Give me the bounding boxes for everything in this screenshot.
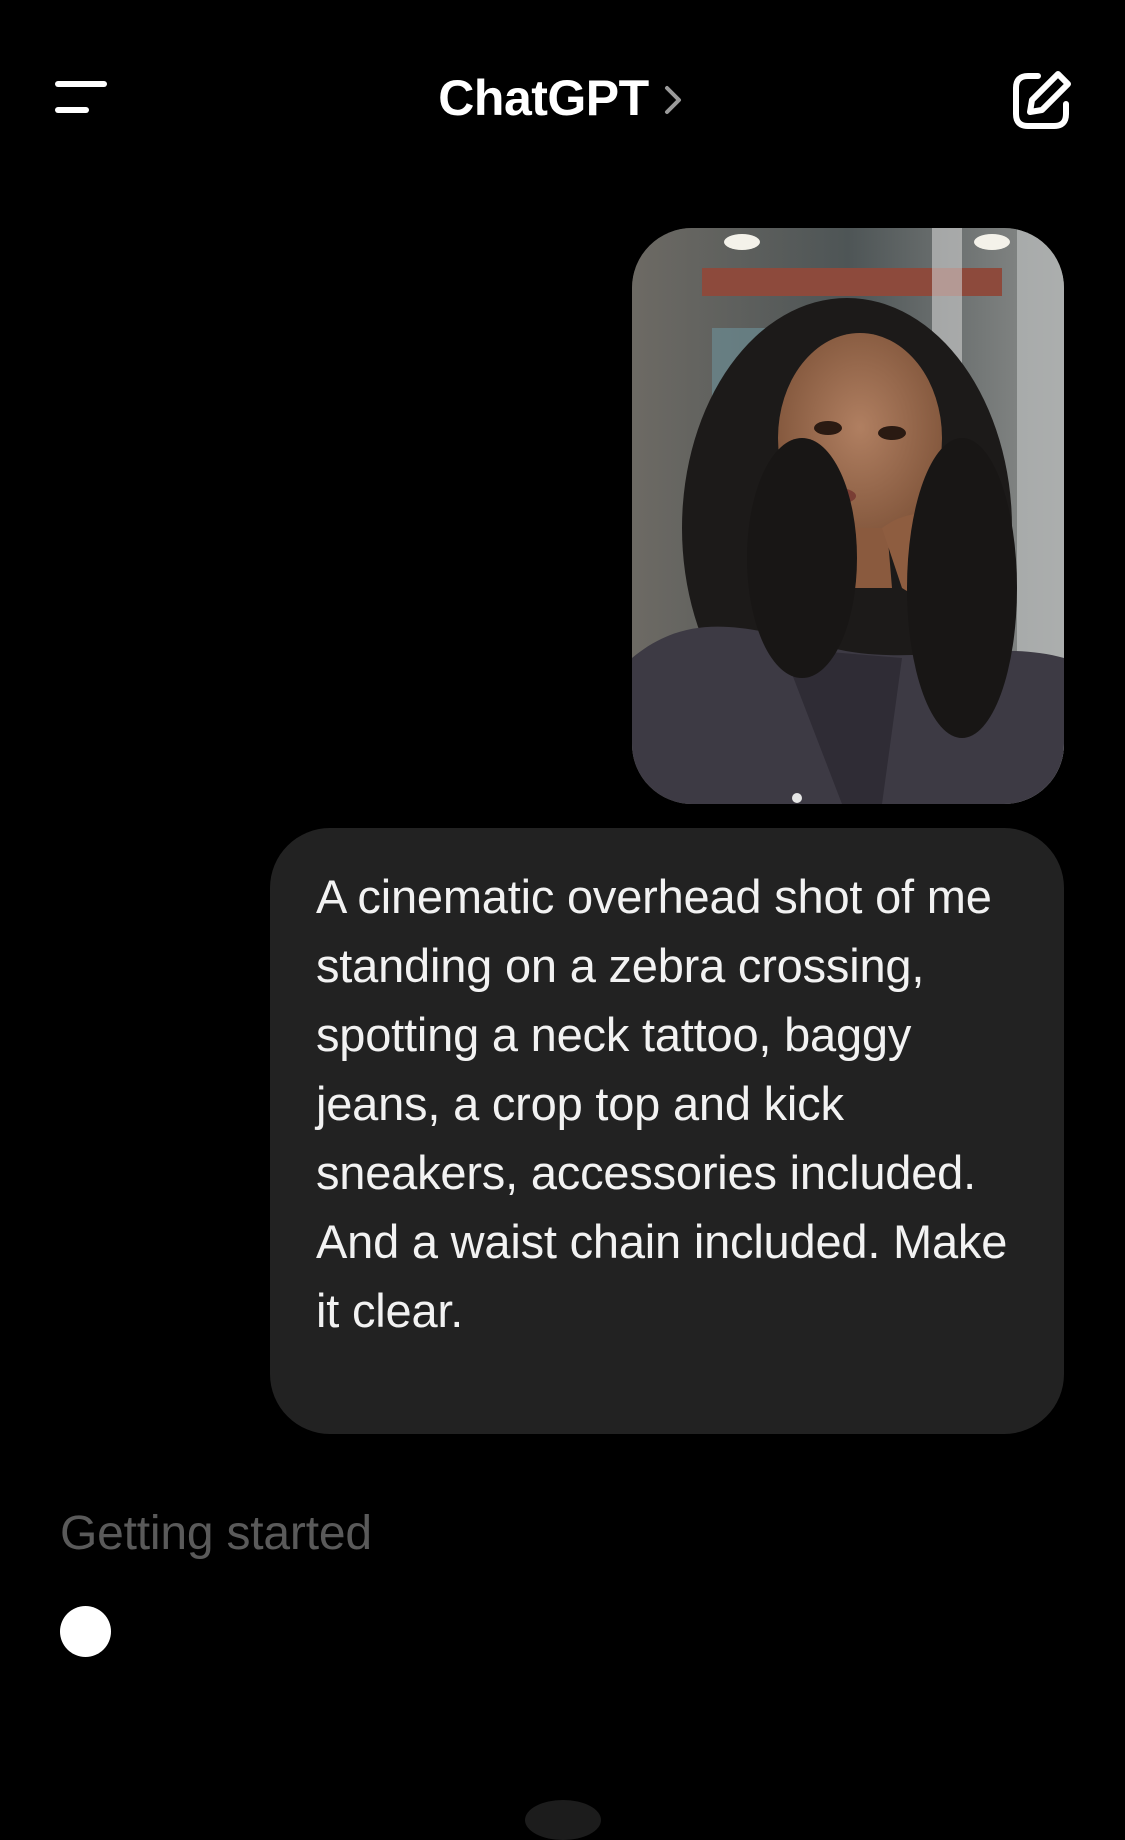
top-bar: ChatGPT (0, 0, 1125, 200)
model-selector[interactable]: ChatGPT (0, 64, 1125, 132)
user-message-bubble: A cinematic overhead shot of me standing… (270, 828, 1064, 1434)
user-photo-attachment[interactable] (632, 228, 1064, 804)
page-title: ChatGPT (438, 70, 649, 126)
thinking-indicator-dot (60, 1606, 111, 1657)
portrait-image (632, 228, 1064, 804)
assistant-status-text: Getting started (60, 1507, 372, 1560)
chevron-right-icon (664, 86, 681, 114)
user-message-text: A cinematic overhead shot of me standing… (316, 870, 1008, 1337)
compose-icon (1013, 71, 1071, 129)
scroll-down-button[interactable] (525, 1800, 601, 1840)
new-chat-button[interactable] (1006, 66, 1076, 136)
